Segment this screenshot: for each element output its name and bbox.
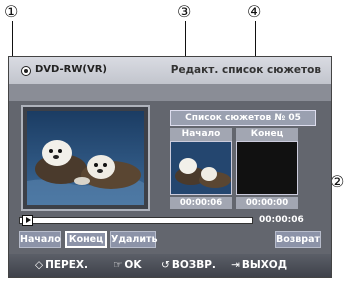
callout-3: ③ [177, 2, 192, 21]
back-button[interactable]: Возврат [275, 231, 321, 248]
start-header: Начало [170, 128, 232, 141]
video-preview [21, 105, 150, 211]
end-thumbnail [236, 141, 298, 195]
nav-move: ◇ ПЕРЕХ. [35, 259, 88, 271]
nav-move-label: ПЕРЕХ. [45, 259, 88, 271]
end-timecode: 00:00:00 [236, 197, 298, 209]
play-position-marker[interactable] [22, 215, 33, 226]
otters-image [27, 111, 144, 205]
directional-pad-icon: ◇ [35, 259, 44, 271]
delete-button[interactable]: Удалить [110, 231, 158, 248]
nav-ok: ☞ OK [113, 259, 141, 271]
start-thumbnail [170, 141, 232, 195]
progress-slider[interactable] [19, 215, 253, 226]
end-header: Конец [236, 128, 298, 141]
tv-screen: DVD-RW(VR) Редакт. список сюжетов Список… [8, 56, 332, 278]
screen-title: Редакт. список сюжетов [170, 64, 321, 76]
scene-number: Список сюжетов № 05 [170, 110, 316, 126]
return-icon: ↺ [161, 259, 170, 271]
nav-exit-label: ВЫХОД [241, 259, 288, 271]
nav-return-label: ВОЗВР. [171, 259, 216, 271]
ok-button-icon: ☞ [113, 259, 123, 271]
navigation-bar: ◇ ПЕРЕХ. ☞ OK ↺ ВОЗВР. ⇥ ВЫХОД [9, 254, 331, 277]
disc-icon [21, 66, 31, 76]
nav-return: ↺ ВОЗВР. [161, 259, 216, 271]
title-band [9, 84, 331, 101]
start-button[interactable]: Начало [19, 231, 61, 248]
exit-icon: ⇥ [231, 259, 240, 271]
callout-4: ④ [247, 2, 262, 21]
current-time: 00:00:06 [259, 215, 304, 225]
disc-label: DVD-RW(VR) [35, 64, 107, 75]
nav-ok-label: OK [124, 259, 142, 271]
callout-2: ② [330, 172, 345, 191]
nav-exit: ⇥ ВЫХОД [231, 259, 287, 271]
callout-1: ① [4, 2, 19, 21]
end-button[interactable]: Конец [65, 231, 107, 248]
start-timecode: 00:00:06 [170, 197, 232, 209]
title-bar: DVD-RW(VR) Редакт. список сюжетов [9, 57, 331, 84]
